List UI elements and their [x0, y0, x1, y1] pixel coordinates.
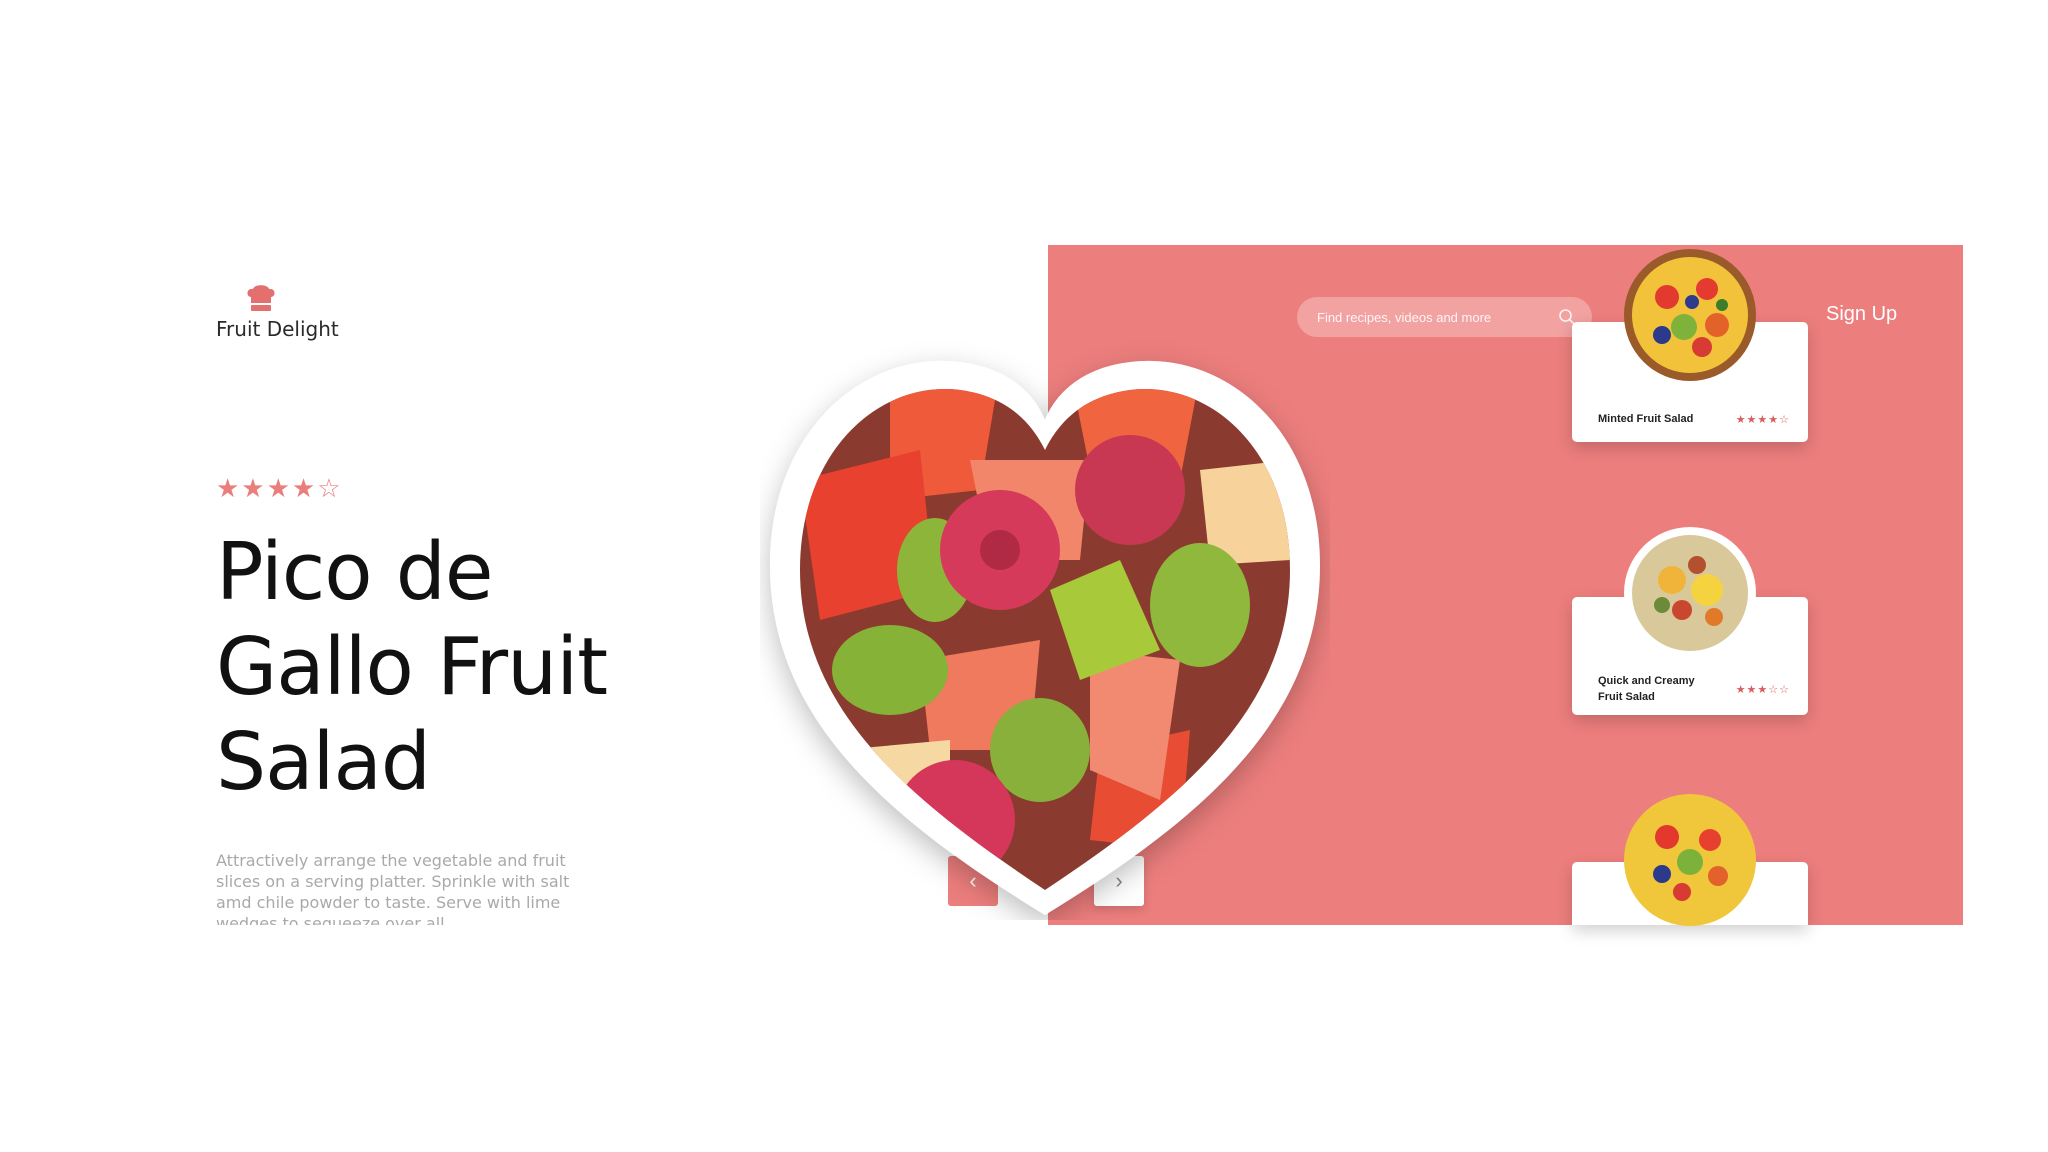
brand-logo[interactable]: Fruit Delight [216, 285, 346, 341]
chef-hat-icon [247, 285, 275, 311]
rating-stars: ★★★★☆ [216, 473, 343, 503]
card-title: Quick and Creamy Fruit Salad [1598, 675, 1695, 703]
fruit-bowl-image [1624, 794, 1756, 926]
card-rating: ★★★☆☆ [1735, 684, 1790, 696]
recipe-title: Pico de Gallo Fruit Salad [216, 526, 608, 808]
recipe-description: Attractively arrange the vegetable and f… [216, 851, 570, 925]
search-input[interactable] [1317, 309, 1557, 325]
sign-up-link[interactable]: Sign Up [1826, 303, 1897, 326]
fruit-bowl-image [1624, 527, 1756, 659]
recipe-card[interactable]: Minted Fruit Salad ★★★★☆ [1572, 249, 1808, 442]
card-title: Minted Fruit Salad [1598, 413, 1694, 425]
fruit-bowl-image [1624, 249, 1756, 381]
heart-fruit-bowl-image [770, 360, 1320, 915]
search-bar[interactable] [1297, 297, 1592, 337]
brand-name: Fruit Delight [216, 317, 339, 341]
recipe-card[interactable]: Quick and Creamy Fruit Salad ★★★☆☆ [1572, 527, 1808, 715]
recipe-card[interactable] [1572, 794, 1808, 926]
page: Fruit Delight ★★★★☆ Pico de Gallo Fruit … [0, 0, 2048, 1152]
card-rating: ★★★★☆ [1735, 414, 1790, 426]
